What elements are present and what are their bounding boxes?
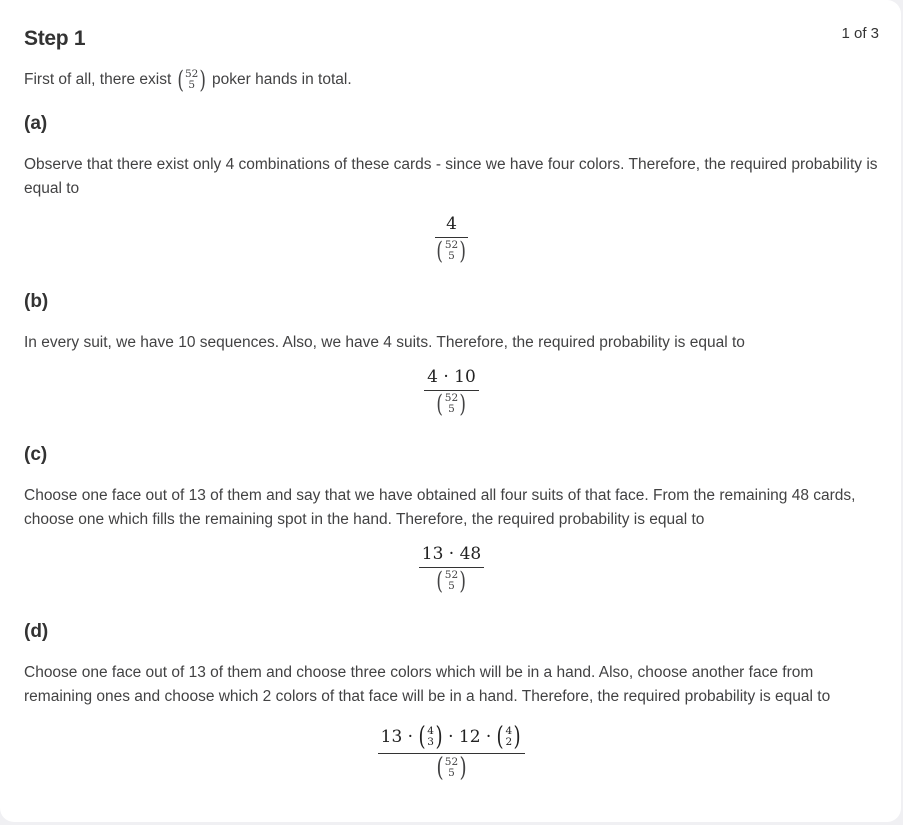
fraction-numerator: 4 (446, 214, 457, 234)
intro-text: First of all, there exist (52 5) poker ha… (24, 68, 884, 92)
part-c-label: (c) (24, 444, 48, 465)
part-b-text: In every suit, we have 10 sequences. Als… (24, 334, 745, 351)
fraction-denominator: (52 5) (436, 753, 467, 783)
intro-suffix: poker hands in total. (212, 71, 352, 89)
fraction-numerator: 4 · 10 (427, 367, 476, 387)
part-d-fraction: 13 · (4 3) · 12 · (4 2) (52 5) (0, 724, 903, 781)
binom-52-5: (52 5) (177, 66, 207, 94)
fraction-numerator: 13 · 48 (421, 544, 482, 564)
part-a-text: Observe that there exist only 4 combinat… (24, 156, 878, 197)
binom-4-3: (4 3) (418, 722, 443, 752)
part-b-fraction: 4 · 10 (52 5) (0, 367, 903, 416)
binom-4-2: (4 2) (496, 722, 521, 752)
part-c-text: Choose one face out of 13 of them and sa… (24, 487, 856, 528)
part-d-label: (d) (24, 621, 49, 642)
part-d-text: Choose one face out of 13 of them and ch… (24, 664, 831, 705)
fraction-numerator: 13 · (4 3) · 12 · (4 2) (380, 722, 521, 752)
solution-card: Step 1 1 of 3 First of all, there exist … (0, 0, 901, 822)
step-counter: 1 of 3 (841, 25, 879, 42)
part-a-label: (a) (24, 113, 48, 134)
intro-prefix: First of all, there exist (24, 71, 172, 89)
part-c-fraction: 13 · 48 (52 5) (0, 544, 903, 593)
part-b-label: (b) (24, 291, 49, 312)
fraction-denominator: (52 5) (436, 237, 467, 265)
part-a-fraction: 4 (52 5) (0, 214, 903, 263)
fraction-denominator: (52 5) (436, 390, 467, 418)
step-title: Step 1 (24, 27, 86, 50)
fraction-denominator: (52 5) (436, 567, 467, 595)
